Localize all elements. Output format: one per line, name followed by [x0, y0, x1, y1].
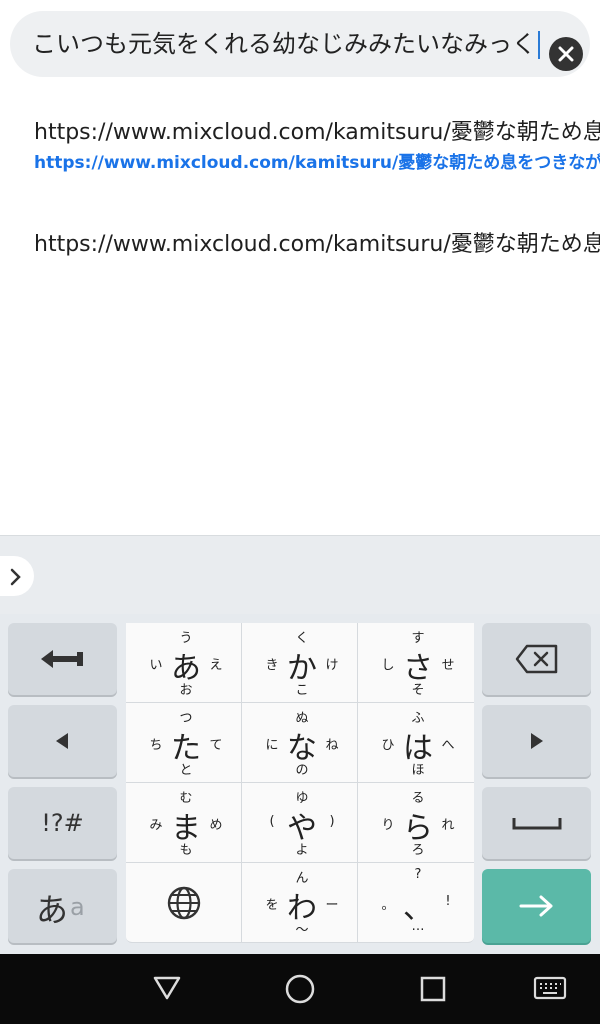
flick-right-label: ね: [325, 738, 339, 753]
close-icon: [558, 46, 574, 62]
flick-left-label: に: [265, 738, 279, 753]
keyboard: う い あ え お く き か け こ す し さ せ そ つ ち た て と: [0, 535, 600, 954]
suggestion-text: https://www.mixcloud.com/kamitsuru/憂鬱な朝た…: [34, 120, 600, 145]
flick-left-label: り: [381, 818, 395, 833]
flick-left-label: み: [149, 818, 163, 833]
expand-toolbar-button[interactable]: [0, 556, 34, 596]
flick-right-label: せ: [441, 658, 455, 673]
flick-left-label: し: [381, 658, 395, 673]
flick-left-label: ち: [149, 738, 163, 753]
backspace-icon: [515, 644, 558, 674]
triangle-left-icon: [56, 733, 68, 749]
flick-right-label: ー: [325, 898, 339, 913]
undo-arrow-icon: [41, 650, 83, 668]
suggestion-item[interactable]: https://www.mixcloud.com/kamitsuru/憂鬱な朝た…: [0, 222, 600, 262]
cursor-right-key[interactable]: [482, 705, 591, 777]
flick-left-label: (: [269, 814, 275, 829]
recents-icon[interactable]: [420, 976, 446, 1002]
undo-key[interactable]: [8, 623, 117, 695]
flick-down-label: 〜: [295, 923, 309, 938]
home-icon[interactable]: [284, 973, 316, 1005]
flick-up-label: ?: [414, 867, 422, 882]
flick-down-label: と: [179, 763, 193, 778]
keyboard-icon[interactable]: [533, 976, 567, 1002]
flick-left-label: い: [149, 658, 163, 673]
kana-key-sa[interactable]: す し さ せ そ: [358, 623, 474, 703]
space-key[interactable]: [482, 787, 591, 859]
kana-key-na[interactable]: ぬ に な ね の: [242, 703, 358, 783]
keyboard-toolbar: [0, 535, 600, 614]
flick-left-label: き: [265, 658, 279, 673]
flick-down-label: こ: [295, 683, 309, 698]
flick-down-label: の: [295, 763, 309, 778]
kana-key-ra[interactable]: る り ら れ ろ: [358, 783, 474, 863]
flick-right-label: !: [445, 894, 451, 909]
flick-right-label: え: [209, 658, 223, 673]
flick-right-label: け: [325, 658, 339, 673]
arrow-right-icon: [519, 895, 553, 917]
kana-key-a[interactable]: う い あ え お: [126, 623, 242, 703]
system-navigation-bar: [0, 954, 600, 1024]
mode-label-alpha: a: [70, 893, 85, 921]
flick-right-label: て: [209, 738, 223, 753]
space-bar-icon: [512, 818, 562, 830]
search-bar[interactable]: こいつも元気をくれる幼なじみみたいなみっくす/: [10, 11, 590, 77]
kana-key-ha[interactable]: ふ ひ は へ ほ: [358, 703, 474, 783]
flick-left-label: 。: [381, 898, 395, 913]
suggestion-text: https://www.mixcloud.com/kamitsuru/憂鬱な朝た…: [34, 232, 600, 257]
flick-down-label: よ: [295, 843, 309, 858]
kana-key-ma[interactable]: む み ま め も: [126, 783, 242, 863]
globe-icon: [167, 886, 201, 920]
back-icon[interactable]: [152, 974, 182, 1002]
kana-key-ta[interactable]: つ ち た て と: [126, 703, 242, 783]
kana-key-wa[interactable]: ん を わ ー 〜: [242, 863, 358, 943]
flick-down-label: お: [179, 683, 193, 698]
search-input[interactable]: こいつも元気をくれる幼なじみみたいなみっくす/: [32, 11, 532, 77]
symbols-key[interactable]: !?#: [8, 787, 117, 859]
flick-down-label: ろ: [411, 843, 425, 858]
flick-right-label: れ: [441, 818, 455, 833]
cursor-left-key[interactable]: [8, 705, 117, 777]
mode-label-hiragana: あ: [36, 891, 69, 929]
symbols-label: !?#: [41, 809, 84, 837]
flick-right-label: め: [209, 818, 223, 833]
clear-search-button[interactable]: [549, 37, 583, 71]
suggestion-url: https://www.mixcloud.com/kamitsuru/憂鬱な朝た…: [34, 153, 600, 173]
input-mode-key[interactable]: あ a: [8, 869, 117, 943]
flick-down-label: …: [411, 919, 425, 934]
suggestion-item[interactable]: https://www.mixcloud.com/kamitsuru/憂鬱な朝た…: [0, 110, 600, 180]
flick-left-label: を: [265, 898, 279, 913]
flick-left-label: ひ: [381, 738, 395, 753]
enter-key[interactable]: [482, 869, 591, 943]
language-switch-key[interactable]: [126, 863, 242, 943]
triangle-right-icon: [531, 733, 543, 749]
chevron-right-icon: [10, 568, 21, 586]
kana-key-ya[interactable]: ゆ ( や ) よ: [242, 783, 358, 863]
text-cursor: [538, 31, 540, 59]
flick-right-label: へ: [441, 738, 455, 753]
flick-down-label: そ: [411, 683, 425, 698]
flick-down-label: ほ: [411, 763, 425, 778]
flick-right-label: ): [329, 814, 335, 829]
kana-key-ka[interactable]: く き か け こ: [242, 623, 358, 703]
flick-down-label: も: [179, 843, 193, 858]
backspace-key[interactable]: [482, 623, 591, 695]
punctuation-key[interactable]: ? 。 、 ! …: [358, 863, 474, 943]
